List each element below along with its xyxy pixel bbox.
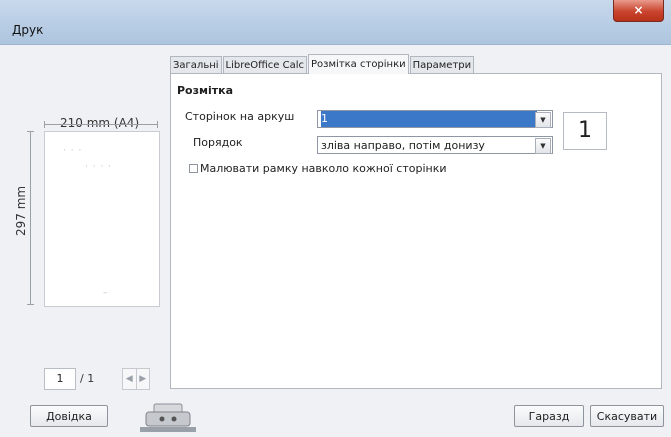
preview-content-mark: – bbox=[103, 288, 109, 298]
chevron-right-icon[interactable]: ▶ bbox=[137, 369, 150, 389]
order-select[interactable]: зліва направо, потім донизу ▼ bbox=[317, 136, 553, 154]
help-button[interactable]: Довідка bbox=[30, 405, 108, 427]
pages-per-sheet-select[interactable]: 1 ▼ bbox=[317, 110, 553, 128]
section-title: Розмітка bbox=[177, 84, 234, 97]
order-label: Порядок bbox=[193, 136, 243, 149]
page-layout-panel: Розмітка Сторінок на аркуш 1 ▼ Порядок з… bbox=[170, 73, 662, 389]
close-button[interactable]: × bbox=[613, 0, 664, 22]
preview-content-mark: · · · · bbox=[85, 162, 113, 172]
tab-general[interactable]: Загальні bbox=[170, 56, 222, 74]
paper-width-label: 210 mm (A4) bbox=[60, 116, 140, 130]
chevron-left-icon[interactable]: ◀ bbox=[123, 369, 137, 389]
window-title: Друк bbox=[12, 23, 44, 37]
page-number-input[interactable]: 1 bbox=[44, 368, 76, 390]
page-preview: · · · · · · · – bbox=[44, 131, 160, 307]
chevron-down-icon[interactable]: ▼ bbox=[535, 138, 551, 154]
border-checkbox-row[interactable]: Малювати рамку навколо кожної сторінки bbox=[189, 162, 447, 175]
cancel-button[interactable]: Скасувати bbox=[590, 405, 664, 427]
printer-icon bbox=[140, 403, 196, 432]
page-navigation: ◀ ▶ bbox=[122, 368, 150, 390]
width-ruler bbox=[44, 121, 158, 128]
paper-height-label: 297 mm bbox=[14, 185, 28, 236]
tab-bar: Загальні LibreOffice Calc Розмітка сторі… bbox=[170, 54, 475, 74]
preview-content-mark: · · · bbox=[63, 146, 83, 156]
chevron-down-icon[interactable]: ▼ bbox=[535, 112, 551, 128]
ok-button[interactable]: Гаразд bbox=[514, 405, 584, 427]
pages-per-sheet-label: Сторінок на аркуш bbox=[185, 110, 295, 123]
height-ruler bbox=[27, 131, 34, 305]
order-value: зліва направо, потім донизу bbox=[321, 139, 485, 152]
tab-libreoffice-calc[interactable]: LibreOffice Calc bbox=[222, 56, 308, 74]
page-total: / 1 bbox=[80, 372, 95, 385]
border-checkbox[interactable] bbox=[189, 164, 198, 173]
tab-options[interactable]: Параметри bbox=[409, 56, 475, 74]
pages-count-display: 1 bbox=[563, 112, 607, 150]
title-bar: Друк × bbox=[0, 0, 671, 45]
pages-per-sheet-value: 1 bbox=[321, 111, 537, 127]
tab-page-layout[interactable]: Розмітка сторінки bbox=[308, 54, 409, 74]
close-icon: × bbox=[633, 3, 644, 17]
border-checkbox-label: Малювати рамку навколо кожної сторінки bbox=[200, 162, 447, 175]
